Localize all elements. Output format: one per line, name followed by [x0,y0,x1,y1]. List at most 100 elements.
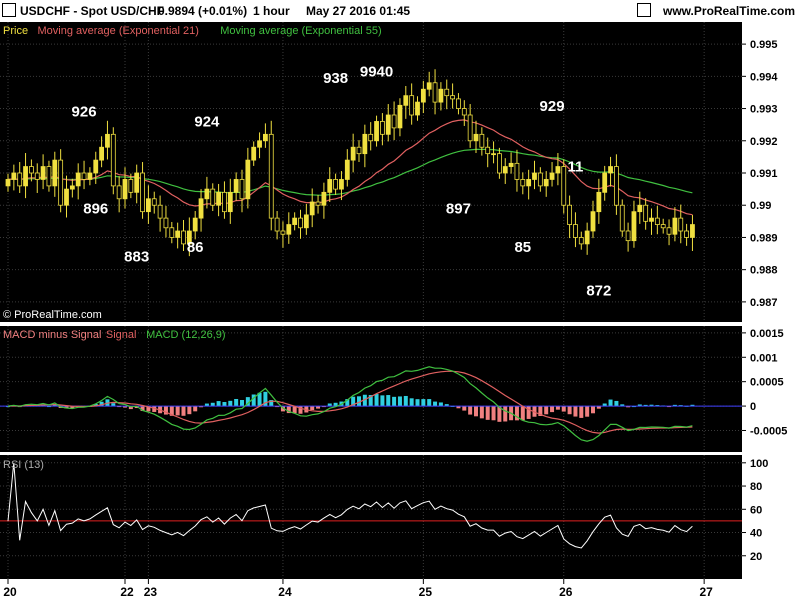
macd-histogram-bar [397,396,402,407]
macd-histogram-bar [573,406,578,417]
candle-body [327,179,333,193]
macd-histogram-bar [386,395,391,407]
candle-body [286,224,292,235]
candle-body [578,237,584,245]
candle-body [374,121,379,142]
candle-body [69,185,75,190]
candle-body [163,217,169,229]
candle-body [508,162,514,167]
candle-body [40,166,46,180]
price-legend-entry: Moving average (Exponential 21) [38,25,199,37]
price-axis-tick-label: 0.987 [750,297,778,309]
macd-histogram-bar [544,406,549,415]
candle-body [649,217,654,222]
candle-body [678,217,684,232]
candle-body [122,179,128,200]
toggle-icon[interactable] [2,3,16,17]
candle-body [520,179,526,187]
chart-header: USDCHF - Spot USD/CHF 0.9894 (+0.01%) 1 … [0,0,800,22]
swing-label: 11 [568,158,584,175]
macd-histogram-bar [228,400,233,407]
candle-body [268,133,274,219]
candle-body [643,204,649,222]
macd-axis-tick-label: 0.0005 [750,377,784,389]
macd-histogram-bar [608,399,613,407]
swing-label: 924 [194,113,220,130]
swing-label: 896 [83,200,108,217]
time-axis-label: 24 [278,585,292,599]
price-axis-tick-label: 0.989 [750,232,778,244]
candle-body [625,230,631,242]
candle-body [151,198,157,206]
candle-body [303,214,309,229]
candle-body [432,82,438,103]
macd-histogram-bar [222,402,227,407]
rsi-panel [0,455,742,579]
window-icon[interactable] [637,3,651,17]
candle-body [485,146,491,155]
candle-body [34,172,40,180]
macd-histogram-bar [193,406,198,412]
candle-body [467,114,473,142]
candle-body [356,146,362,155]
swing-label: 897 [446,200,471,217]
macd-axis-tick-label: 0 [750,401,756,413]
candle-body [52,159,58,187]
candle-body [602,172,608,193]
candle-body [344,159,350,180]
candle-body [391,114,397,129]
candle-body [58,159,64,206]
rsi-axis-tick-label: 60 [750,504,762,516]
time-axis-label: 20 [3,585,17,599]
macd-histogram-bar [503,406,508,422]
macd-legend-entry: Signal [106,329,137,341]
candle-body [379,121,385,135]
candle-body [596,191,602,213]
macd-legend-entry: MACD (12,26,9) [146,329,225,341]
candle-body [491,153,496,156]
macd-histogram-bar [234,398,239,407]
macd-histogram-bar [380,395,385,407]
candle-body [420,88,426,103]
macd-histogram-bar [462,406,467,411]
candle-body [110,133,116,187]
watermark: © ProRealTime.com [3,309,102,321]
swing-label: 929 [540,98,565,115]
candle-body [549,172,555,180]
price-axis-tick-label: 0.99 [750,200,771,212]
candle-body [614,166,619,206]
price-axis-tick-label: 0.988 [750,265,778,277]
rsi-axis-tick-label: 100 [750,458,768,470]
candle-body [257,140,262,148]
macd-histogram-bar [479,406,484,419]
candle-body [385,114,391,135]
candle-body [537,172,543,187]
site-url[interactable]: www.ProRealTime.com [663,4,795,18]
candle-body [105,133,110,148]
candle-body [654,217,660,225]
macd-histogram-bar [181,406,186,416]
macd-axis-tick-label: 0.001 [750,352,778,364]
candle-body [128,179,134,193]
candle-body [561,166,567,206]
datetime: May 27 2016 01:45 [306,4,411,18]
timeframe: 1 hour [253,4,290,18]
candle-body [245,159,251,200]
candle-body [157,204,163,219]
candle-body [397,104,403,129]
candle-body [28,166,34,174]
price-axis-tick-label: 0.991 [750,168,778,180]
candle-body [444,88,450,97]
candle-body [362,133,368,155]
rsi-axis-tick-label: 40 [750,528,762,540]
candle-body [502,166,508,174]
candle-body [233,179,239,193]
candle-body [175,230,181,238]
swing-label: 926 [72,104,97,121]
macd-histogram-bar [485,406,490,420]
symbol-name: USDCHF - Spot USD/CHF [20,4,164,18]
macd-axis-tick-label: 0.0015 [750,328,784,340]
candle-body [526,179,532,187]
candle-body [309,201,315,216]
swing-label: 883 [124,249,149,266]
